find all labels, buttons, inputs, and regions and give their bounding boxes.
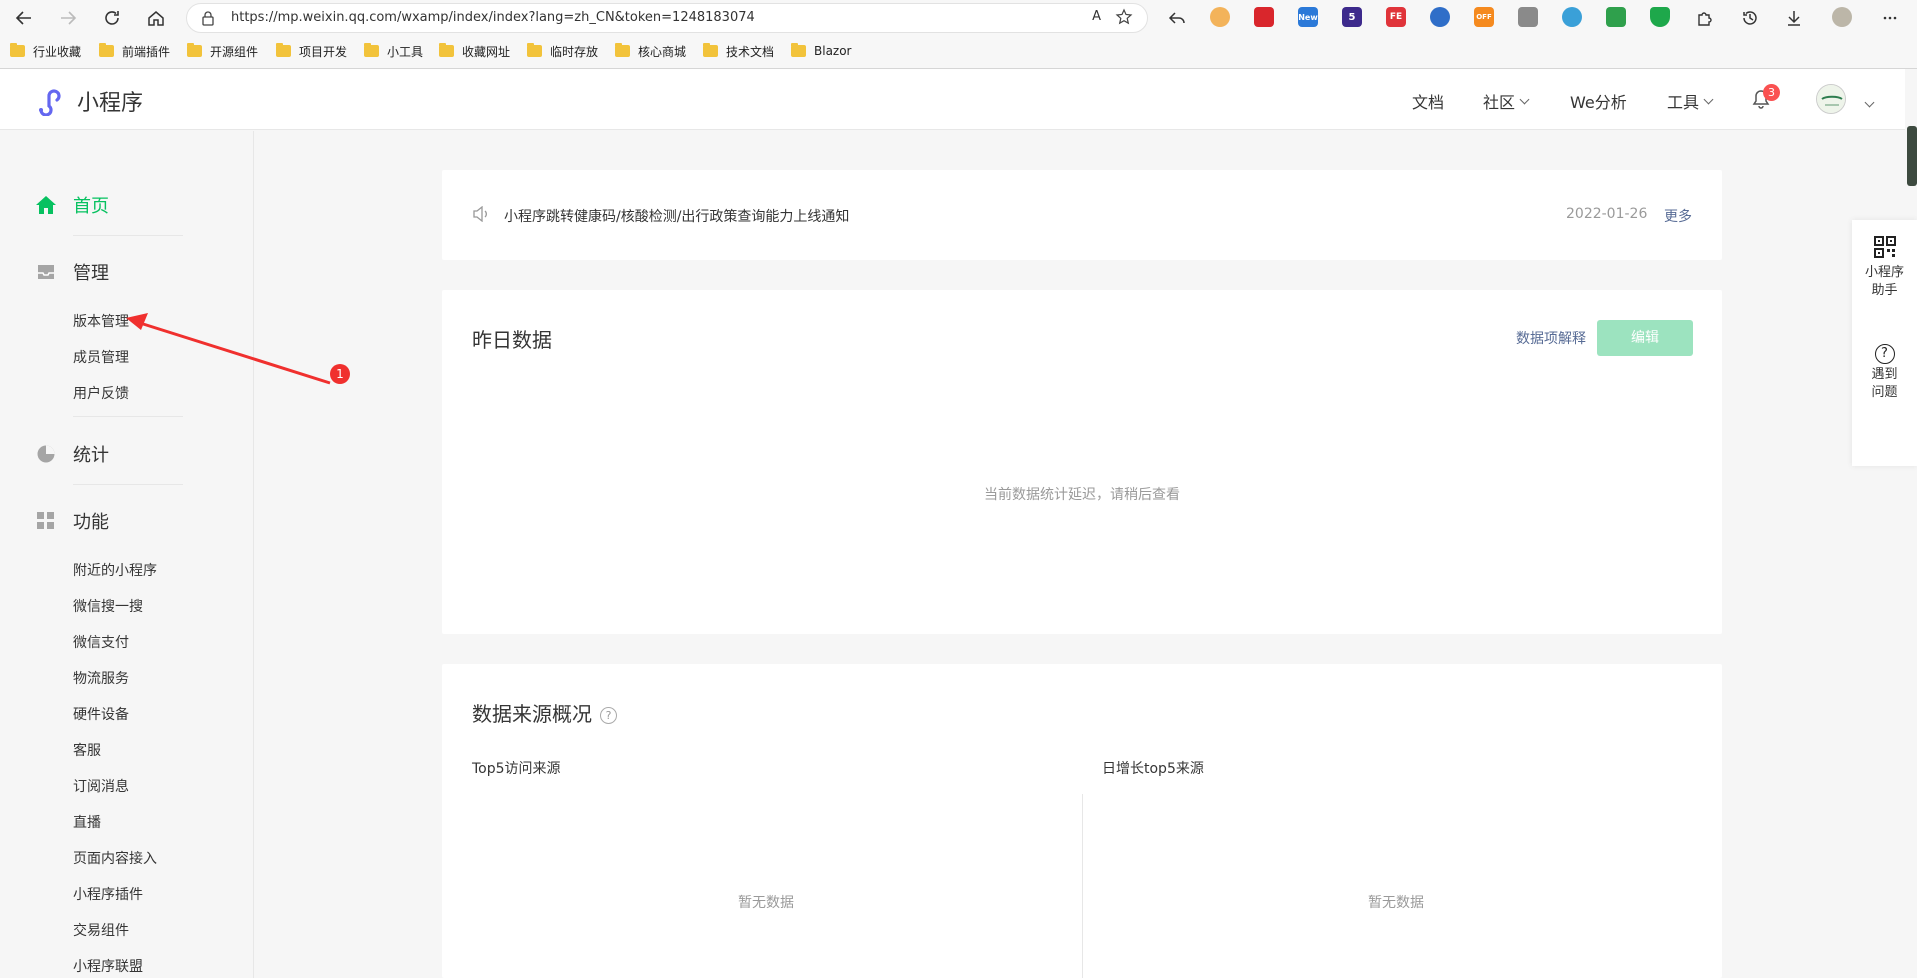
annotation-arrow (126, 313, 331, 385)
annotation-badge: 1 (330, 364, 350, 384)
